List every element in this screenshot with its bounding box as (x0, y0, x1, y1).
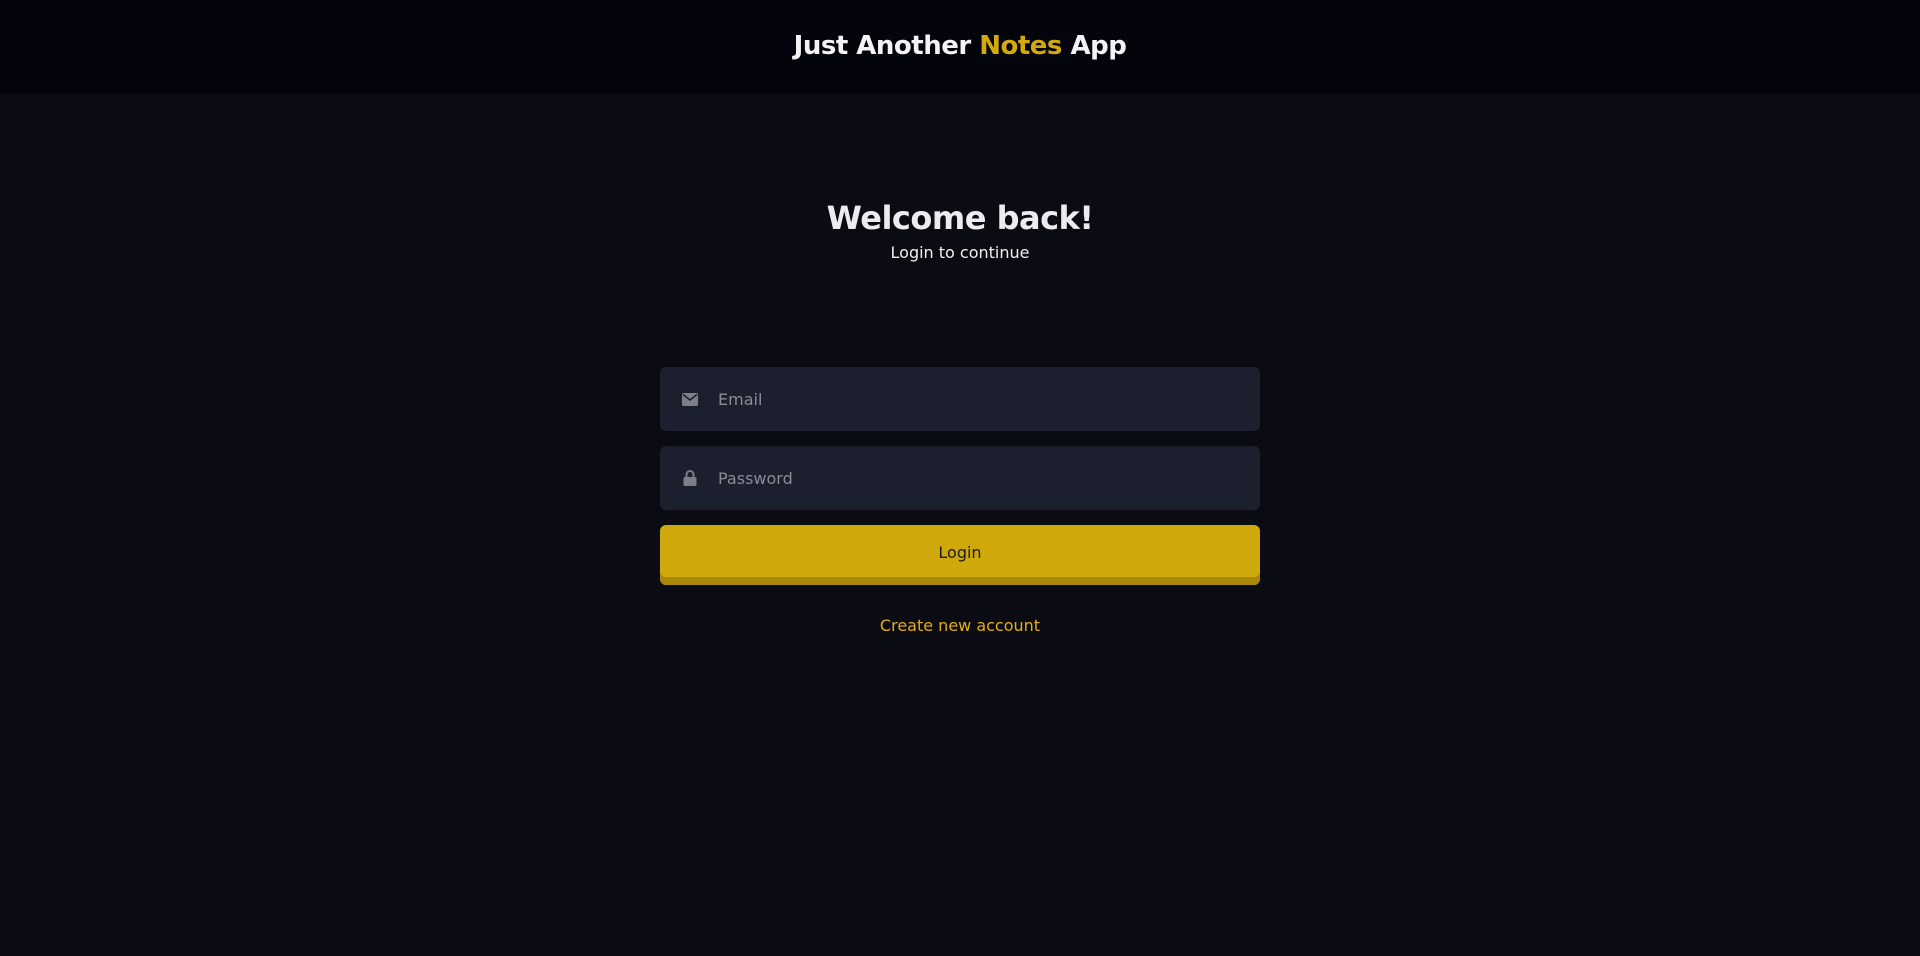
envelope-icon (682, 391, 698, 407)
password-input[interactable] (718, 446, 1260, 510)
create-account-link[interactable]: Create new account (660, 616, 1260, 635)
email-field[interactable] (660, 367, 1260, 431)
app-header: Just Another Notes App (0, 0, 1920, 94)
password-field[interactable] (660, 446, 1260, 510)
login-form: Login Create new account (660, 367, 1260, 635)
lock-icon (682, 470, 698, 486)
app-title-accent: Notes (979, 31, 1062, 61)
app-title: Just Another Notes App (794, 31, 1127, 61)
app-title-part2: App (1070, 31, 1127, 61)
app-title-part1: Just Another (793, 31, 972, 61)
login-button[interactable]: Login (660, 525, 1260, 585)
page-subtitle: Login to continue (890, 243, 1030, 262)
welcome-section: Welcome back! Login to continue (0, 196, 1920, 264)
page-title: Welcome back! (826, 199, 1094, 237)
email-input[interactable] (718, 367, 1260, 431)
